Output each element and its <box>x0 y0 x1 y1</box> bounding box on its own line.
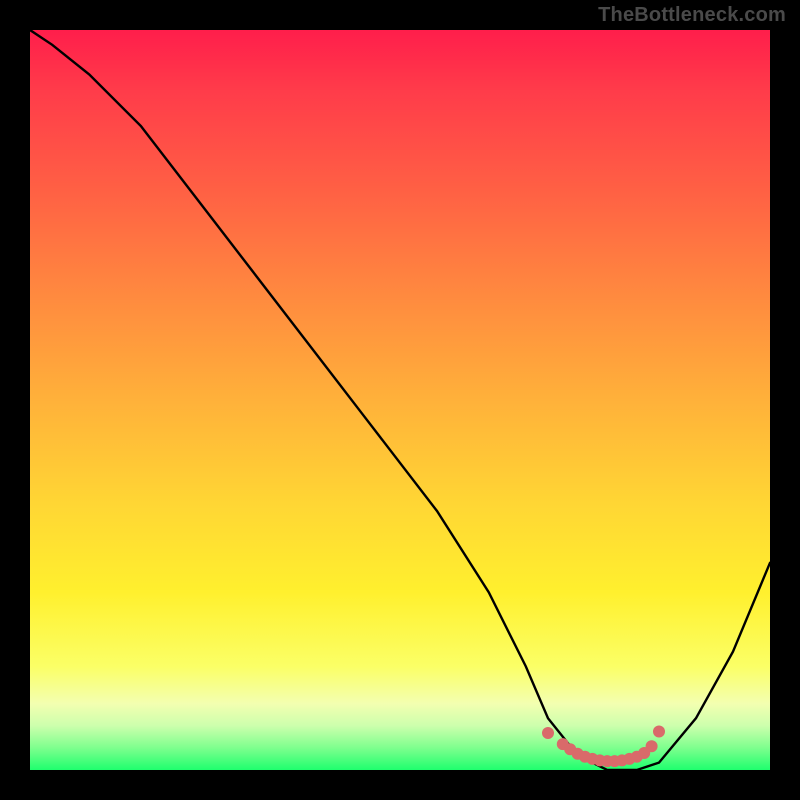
marker-dot <box>653 726 665 738</box>
marker-cluster <box>542 726 665 768</box>
marker-dot <box>542 727 554 739</box>
marker-dot <box>646 740 658 752</box>
chart-svg <box>30 30 770 770</box>
curve-line <box>30 30 770 770</box>
watermark-text: TheBottleneck.com <box>598 4 786 27</box>
plot-area <box>30 30 770 770</box>
chart-frame: TheBottleneck.com <box>0 0 800 800</box>
